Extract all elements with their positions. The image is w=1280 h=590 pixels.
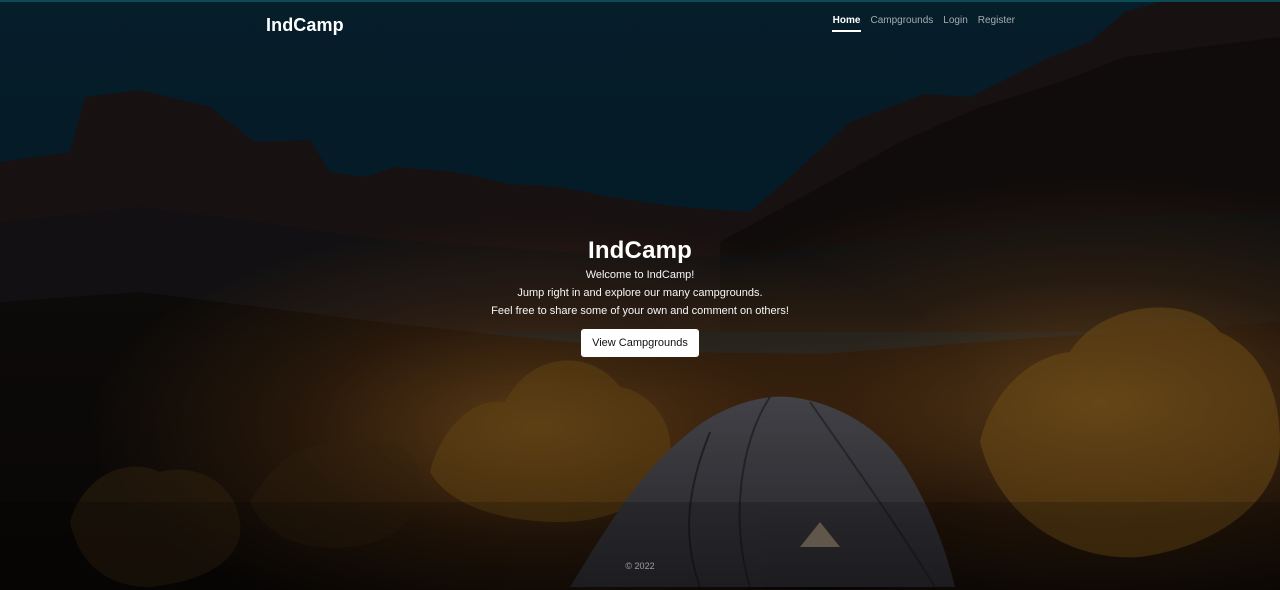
hero: IndCamp Welcome to IndCamp! Jump right i…: [0, 236, 1280, 357]
hero-share-text: Feel free to share some of your own and …: [491, 305, 789, 317]
hero-title: IndCamp: [587, 237, 693, 264]
footer: © 2022: [0, 561, 1280, 571]
nav-link-register[interactable]: Register: [977, 15, 1016, 32]
nav-link-login[interactable]: Login: [942, 15, 968, 32]
view-campgrounds-button[interactable]: View Campgrounds: [581, 329, 699, 357]
hero-welcome-text: Welcome to IndCamp!: [585, 269, 695, 281]
top-bar: IndCamp Home Campgrounds Login Register: [266, 12, 1016, 38]
page-content: IndCamp Home Campgrounds Login Register …: [0, 2, 1280, 590]
landing-page: IndCamp Home Campgrounds Login Register …: [0, 0, 1280, 590]
nav-link-campgrounds[interactable]: Campgrounds: [869, 15, 934, 32]
brand-logo[interactable]: IndCamp: [266, 15, 344, 36]
main-nav: Home Campgrounds Login Register: [831, 15, 1016, 32]
hero-explore-text: Jump right in and explore our many campg…: [517, 287, 763, 299]
copyright-text: © 2022: [625, 561, 655, 571]
nav-link-home[interactable]: Home: [831, 15, 862, 32]
